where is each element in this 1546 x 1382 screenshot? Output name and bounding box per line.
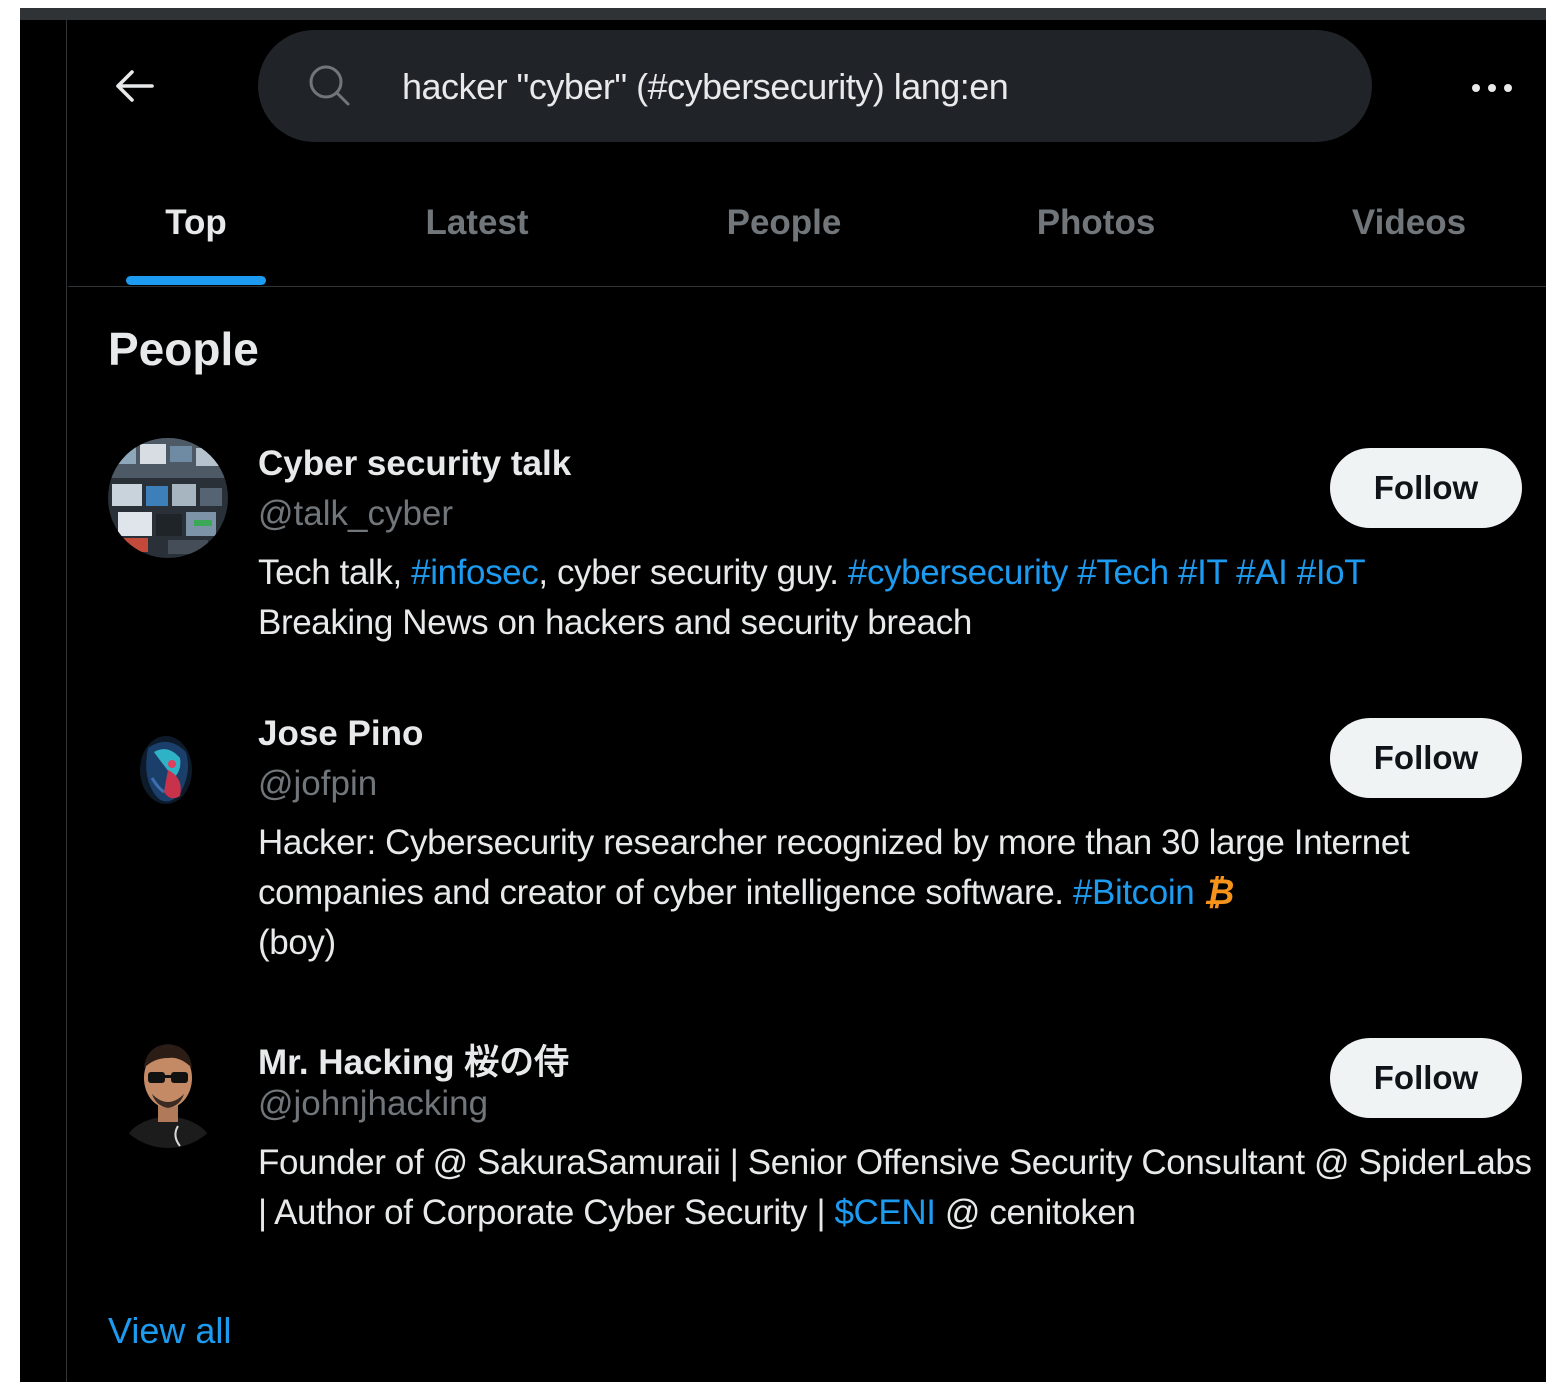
avatar-image-neon-face <box>108 708 228 828</box>
hashtag-link[interactable]: #Bitcoin <box>1073 873 1195 912</box>
person-bio: Founder of @ SakuraSamuraii | Senior Off… <box>258 1138 1538 1238</box>
column-left-divider <box>66 20 67 1382</box>
list-item[interactable]: Cyber security talk @talk_cyber Follow T… <box>68 430 1546 660</box>
more-options-button[interactable] <box>1462 66 1522 110</box>
back-button[interactable] <box>108 60 160 112</box>
bio-text: @ cenitoken <box>935 1193 1136 1232</box>
person-name[interactable]: Mr. Hacking 桜の侍 <box>258 1034 569 1085</box>
tabs-divider <box>68 286 1546 287</box>
search-input[interactable] <box>400 58 1344 116</box>
tab-top[interactable]: Top <box>126 160 266 286</box>
person-name[interactable]: Cyber security talk <box>258 444 571 484</box>
person-bio: Tech talk, #infosec, cyber security guy.… <box>258 548 1538 648</box>
hashtag-link[interactable]: #IoT <box>1297 553 1366 592</box>
person-handle[interactable]: @jofpin <box>258 764 377 804</box>
more-horizontal-icon <box>1472 84 1512 92</box>
cashtag-link[interactable]: $CENI <box>834 1193 935 1232</box>
tab-people[interactable]: People <box>704 160 864 286</box>
avatar-image-portrait <box>108 1028 228 1148</box>
follow-button[interactable]: Follow <box>1330 1038 1522 1118</box>
section-title: People <box>108 323 259 375</box>
bio-text: Tech talk, <box>258 553 412 592</box>
person-handle[interactable]: @johnjhacking <box>258 1084 488 1124</box>
hashtag-link[interactable]: #Tech <box>1077 553 1169 592</box>
tab-videos[interactable]: Videos <box>1330 160 1488 286</box>
list-item[interactable]: Mr. Hacking 桜の侍 @johnjhacking Follow Fou… <box>68 1020 1546 1250</box>
bio-text: Breaking News on hackers and security br… <box>258 603 972 642</box>
bitcoin-emoji: ₿ <box>1203 873 1235 912</box>
search-tabs: Top Latest People Photos Videos <box>68 160 1546 286</box>
bio-text: (boy) <box>258 923 336 962</box>
window-top-border <box>20 8 1546 20</box>
bio-text: , cyber security guy. <box>538 553 848 592</box>
follow-button[interactable]: Follow <box>1330 448 1522 528</box>
hashtag-link[interactable]: #IT <box>1178 553 1227 592</box>
follow-button[interactable]: Follow <box>1330 718 1522 798</box>
search-bar[interactable] <box>258 30 1372 142</box>
tab-photos[interactable]: Photos <box>1016 160 1176 286</box>
arrow-left-icon <box>116 70 154 102</box>
view-all-link[interactable]: View all <box>108 1310 231 1352</box>
person-handle[interactable]: @talk_cyber <box>258 494 453 534</box>
bio-text: Hacker: Cybersecurity researcher recogni… <box>258 823 1410 912</box>
hashtag-link[interactable]: #AI <box>1236 553 1288 592</box>
avatar[interactable] <box>108 1028 228 1148</box>
person-bio: Hacker: Cybersecurity researcher recogni… <box>258 818 1538 968</box>
hashtag-link[interactable]: #cybersecurity <box>848 553 1068 592</box>
avatar[interactable] <box>108 708 228 828</box>
active-tab-indicator <box>126 276 266 285</box>
avatar-image-monitors <box>108 438 228 558</box>
avatar[interactable] <box>108 438 228 558</box>
list-item[interactable]: Jose Pino @jofpin Follow Hacker: Cyberse… <box>68 700 1546 980</box>
search-icon <box>309 65 350 106</box>
hashtag-link[interactable]: #infosec <box>411 553 539 592</box>
person-name[interactable]: Jose Pino <box>258 714 423 754</box>
tab-latest[interactable]: Latest <box>398 160 556 286</box>
